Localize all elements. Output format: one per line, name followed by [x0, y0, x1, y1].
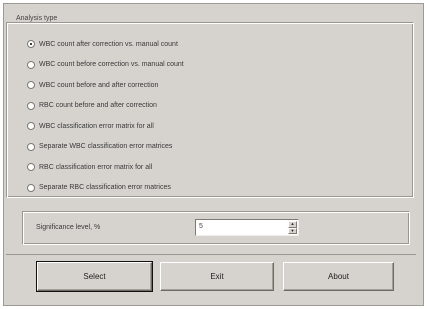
radio-button[interactable] — [27, 101, 35, 110]
radio-option-7[interactable]: Separate RBC classification error matric… — [27, 178, 184, 199]
select-button[interactable]: Select — [36, 261, 153, 292]
radio-button-selected[interactable] — [27, 40, 35, 49]
arrow-up-icon: ▲ — [290, 221, 295, 227]
spinner-arrows: ▲ ▼ — [288, 221, 297, 234]
radio-option-label: WBC count before and after correction — [39, 81, 159, 89]
significance-label: Significance level, % — [36, 224, 101, 231]
about-button[interactable]: About — [283, 262, 394, 291]
exit-button[interactable]: Exit — [160, 262, 274, 291]
radio-button[interactable] — [27, 60, 35, 69]
radio-option-label: Separate WBC classification error matric… — [39, 143, 173, 151]
radio-button[interactable] — [27, 183, 35, 192]
radio-button[interactable] — [27, 81, 35, 90]
radio-option-5[interactable]: Separate WBC classification error matric… — [27, 137, 184, 158]
analysis-type-options: WBC count after correction vs. manual co… — [27, 34, 184, 198]
radio-option-label: RBC count before and after correction — [39, 102, 157, 110]
spin-down-button[interactable]: ▼ — [288, 227, 297, 234]
radio-option-4[interactable]: WBC classification error matrix for all — [27, 116, 184, 137]
arrow-down-icon: ▼ — [290, 227, 295, 233]
radio-option-label: Separate RBC classification error matric… — [39, 184, 171, 192]
radio-option-2[interactable]: WBC count before and after correction — [27, 75, 184, 96]
radio-button[interactable] — [27, 122, 35, 131]
radio-option-0[interactable]: WBC count after correction vs. manual co… — [27, 34, 184, 55]
analysis-type-title: Analysis type — [14, 15, 60, 22]
radio-option-1[interactable]: WBC count before correction vs. manual c… — [27, 55, 184, 76]
radio-option-3[interactable]: RBC count before and after correction — [27, 96, 184, 117]
significance-spinner[interactable]: 5 ▲ ▼ — [195, 219, 299, 236]
radio-option-label: WBC classification error matrix for all — [39, 122, 154, 130]
radio-option-6[interactable]: RBC classification error matrix for all — [27, 157, 184, 178]
radio-button[interactable] — [27, 142, 35, 151]
significance-value[interactable]: 5 — [199, 223, 203, 230]
radio-option-label: WBC count after correction vs. manual co… — [39, 40, 178, 48]
radio-button[interactable] — [27, 163, 35, 172]
radio-option-label: RBC classification error matrix for all — [39, 163, 153, 171]
radio-option-label: WBC count before correction vs. manual c… — [39, 61, 184, 69]
